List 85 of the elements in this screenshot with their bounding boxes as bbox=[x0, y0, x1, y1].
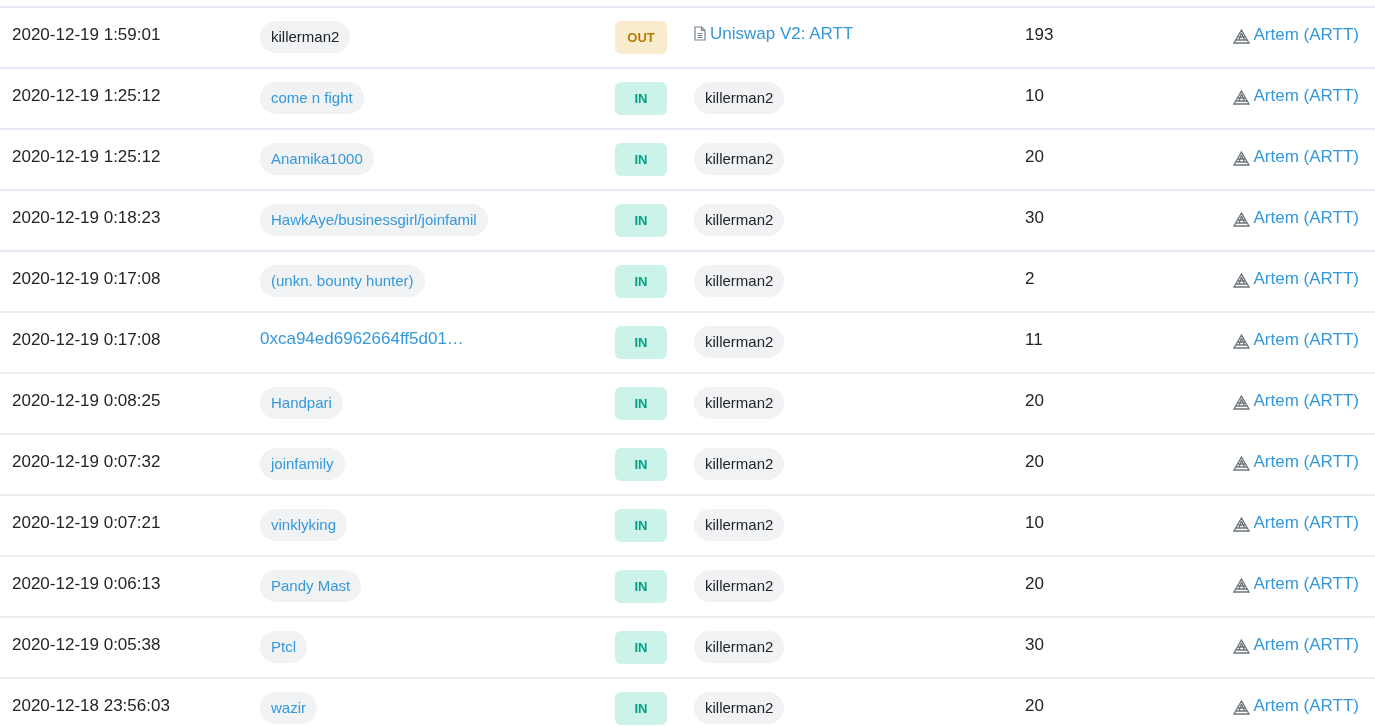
direction-badge: IN bbox=[615, 509, 667, 542]
pyramid-icon bbox=[1232, 516, 1250, 532]
address-tag[interactable]: killerman2 bbox=[260, 21, 351, 53]
token-link[interactable]: Artem (ARTT) bbox=[1232, 435, 1359, 475]
address-tag[interactable]: Handpari bbox=[260, 387, 343, 419]
address-tag[interactable]: wazir bbox=[260, 692, 317, 724]
pyramid-icon bbox=[1232, 455, 1250, 471]
address-tag[interactable]: killerman2 bbox=[694, 509, 785, 541]
timestamp: 2020-12-19 1:25:12 bbox=[11, 146, 162, 168]
address-tag[interactable]: killerman2 bbox=[694, 448, 785, 480]
pyramid-icon bbox=[1232, 333, 1250, 349]
address-tag[interactable]: come n fight bbox=[260, 82, 364, 114]
token-link[interactable]: Artem (ARTT) bbox=[1232, 130, 1359, 170]
token-link[interactable]: Artem (ARTT) bbox=[1232, 374, 1359, 414]
token-link[interactable]: Artem (ARTT) bbox=[1232, 679, 1359, 719]
direction-badge: IN bbox=[615, 326, 667, 359]
direction-badge: IN bbox=[615, 570, 667, 603]
token-link[interactable]: Artem (ARTT) bbox=[1232, 496, 1359, 536]
address-tag[interactable]: killerman2 bbox=[694, 143, 785, 175]
direction-badge: IN bbox=[615, 387, 667, 420]
token-link[interactable]: Artem (ARTT) bbox=[1232, 69, 1359, 109]
contract-link[interactable]: Uniswap V2: ARTT bbox=[694, 21, 1025, 47]
token-link[interactable]: Artem (ARTT) bbox=[1232, 557, 1359, 597]
pyramid-icon bbox=[1232, 699, 1250, 715]
amount: 2 bbox=[1025, 268, 1036, 290]
amount: 11 bbox=[1025, 329, 1044, 351]
amount: 20 bbox=[1025, 390, 1045, 412]
address-tag[interactable]: killerman2 bbox=[694, 326, 785, 358]
address-link[interactable]: 0xca94ed6962664ff5d01… bbox=[260, 329, 464, 348]
direction-badge: IN bbox=[615, 204, 667, 237]
timestamp: 2020-12-19 0:07:21 bbox=[11, 512, 162, 534]
address-tag[interactable]: killerman2 bbox=[694, 82, 785, 114]
pyramid-icon bbox=[1232, 272, 1250, 288]
token-link[interactable]: Artem (ARTT) bbox=[1232, 8, 1359, 48]
direction-badge: OUT bbox=[615, 21, 667, 54]
direction-badge: IN bbox=[615, 82, 667, 115]
amount: 20 bbox=[1025, 451, 1045, 473]
direction-badge: IN bbox=[615, 448, 667, 481]
address-tag[interactable]: Anamika1000 bbox=[260, 143, 374, 175]
amount: 20 bbox=[1025, 573, 1045, 595]
direction-badge: IN bbox=[615, 265, 667, 298]
amount: 193 bbox=[1025, 24, 1055, 46]
address-tag[interactable]: Pandy Mast bbox=[260, 570, 362, 602]
address-tag[interactable]: killerman2 bbox=[694, 204, 785, 236]
timestamp: 2020-12-18 23:56:03 bbox=[11, 695, 171, 717]
timestamp: 2020-12-19 0:05:38 bbox=[11, 634, 162, 656]
pyramid-icon bbox=[1232, 150, 1250, 166]
address-tag[interactable]: killerman2 bbox=[694, 265, 785, 297]
timestamp: 2020-12-19 1:59:01 bbox=[11, 24, 162, 46]
address-tag[interactable]: HawkAye/businessgirl/joinfamil bbox=[260, 204, 488, 236]
timestamp: 2020-12-19 0:18:23 bbox=[11, 207, 162, 229]
token-link[interactable]: Artem (ARTT) bbox=[1232, 618, 1359, 658]
amount: 30 bbox=[1025, 634, 1045, 656]
token-link[interactable]: Artem (ARTT) bbox=[1232, 313, 1359, 353]
pyramid-icon bbox=[1232, 577, 1250, 593]
direction-badge: IN bbox=[615, 631, 667, 664]
amount: 10 bbox=[1025, 512, 1045, 534]
address-tag[interactable]: killerman2 bbox=[694, 570, 785, 602]
timestamp: 2020-12-19 0:08:25 bbox=[11, 390, 162, 412]
timestamp: 2020-12-19 0:07:32 bbox=[11, 451, 162, 473]
address-tag[interactable]: killerman2 bbox=[694, 387, 785, 419]
address-tag[interactable]: killerman2 bbox=[694, 631, 785, 663]
pyramid-icon bbox=[1232, 211, 1250, 227]
direction-badge: IN bbox=[615, 143, 667, 176]
token-link[interactable]: Artem (ARTT) bbox=[1232, 252, 1359, 292]
address-tag[interactable]: vinklyking bbox=[260, 509, 348, 541]
amount: 20 bbox=[1025, 695, 1045, 717]
address-tag[interactable]: joinfamily bbox=[260, 448, 345, 480]
address-tag[interactable]: (unkn. bounty hunter) bbox=[260, 265, 425, 297]
pyramid-icon bbox=[1232, 394, 1250, 410]
address-tag[interactable]: killerman2 bbox=[694, 692, 785, 724]
document-icon bbox=[694, 26, 706, 42]
timestamp: 2020-12-19 0:06:13 bbox=[11, 573, 162, 595]
pyramid-icon bbox=[1232, 638, 1250, 654]
address-tag[interactable]: Ptcl bbox=[260, 631, 307, 663]
timestamp: 2020-12-19 0:17:08 bbox=[11, 329, 162, 351]
amount: 30 bbox=[1025, 207, 1045, 229]
amount: 10 bbox=[1025, 85, 1045, 107]
amount: 20 bbox=[1025, 146, 1045, 168]
pyramid-icon bbox=[1232, 89, 1250, 105]
token-link[interactable]: Artem (ARTT) bbox=[1232, 191, 1359, 231]
timestamp: 2020-12-19 0:17:08 bbox=[11, 268, 162, 290]
direction-badge: IN bbox=[615, 692, 667, 725]
pyramid-icon bbox=[1232, 28, 1250, 44]
timestamp: 2020-12-19 1:25:12 bbox=[11, 85, 162, 107]
